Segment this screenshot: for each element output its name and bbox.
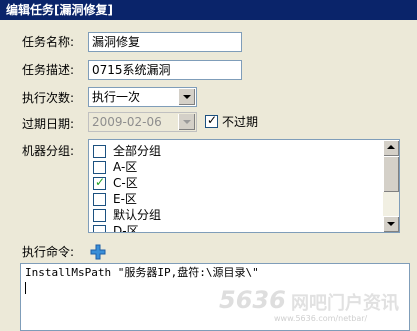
expire-date-value: 2009-02-06: [92, 115, 162, 129]
task-name-label: 任务名称:: [22, 35, 75, 49]
window-title: 编辑任务[漏洞修复]: [6, 3, 113, 17]
command-label: 执行命令:: [22, 245, 75, 259]
task-name-input[interactable]: 漏洞修复: [88, 32, 242, 52]
chevron-down-icon[interactable]: [178, 89, 195, 105]
watermark-logo: 5636: [219, 286, 286, 314]
group-label: D-区: [113, 224, 139, 233]
group-checkbox[interactable]: [93, 225, 106, 232]
group-label: 默认分组: [113, 208, 162, 222]
command-text: InstallMsPath "服务器IP,盘符:\源目录\": [25, 266, 259, 279]
text-caret: [25, 282, 26, 294]
never-expire-label: 不过期: [222, 115, 259, 129]
task-desc-input[interactable]: 0715系统漏洞: [88, 60, 242, 80]
watermark: 5636 网吧门户资讯 www.5636.com/netbar/: [219, 286, 409, 326]
scroll-down-button[interactable]: [383, 216, 399, 232]
group-label: 全部分组: [113, 144, 162, 158]
machine-group-label: 机器分组:: [22, 144, 75, 158]
checkmark-icon: ✓: [95, 175, 106, 189]
watermark-url: www.5636.com/netbar/: [274, 314, 368, 323]
exec-count-value: 执行一次: [92, 90, 141, 104]
exec-count-select[interactable]: 执行一次: [88, 87, 197, 107]
watermark-subtitle: 网吧门户资讯: [291, 293, 399, 314]
group-label: A-区: [113, 160, 138, 174]
group-checkbox[interactable]: [93, 145, 106, 158]
plus-icon[interactable]: [90, 244, 106, 260]
machine-group-list[interactable]: 全部分组 A-区 ✓ C-区 E-区 默认分组 D-区: [88, 139, 400, 233]
group-checkbox[interactable]: [93, 161, 106, 174]
title-bar[interactable]: 编辑任务[漏洞修复]: [0, 0, 417, 20]
scroll-up-button[interactable]: [383, 140, 399, 156]
group-checkbox[interactable]: [93, 193, 106, 206]
group-checkbox[interactable]: ✓: [93, 175, 106, 190]
group-label: E-区: [113, 192, 137, 206]
expire-date-label: 过期日期:: [22, 117, 75, 131]
group-checkbox[interactable]: [93, 209, 106, 222]
task-desc-label: 任务描述:: [22, 63, 75, 77]
scroll-thumb[interactable]: [383, 156, 399, 192]
chevron-down-icon[interactable]: [178, 114, 195, 130]
group-label: C-区: [113, 176, 138, 190]
checkmark-icon: ✓: [207, 113, 218, 127]
exec-count-label: 执行次数:: [22, 91, 75, 105]
expire-date-picker[interactable]: 2009-02-06: [88, 112, 197, 132]
never-expire-checkbox[interactable]: ✓: [205, 113, 218, 128]
vertical-scrollbar[interactable]: [383, 140, 399, 232]
